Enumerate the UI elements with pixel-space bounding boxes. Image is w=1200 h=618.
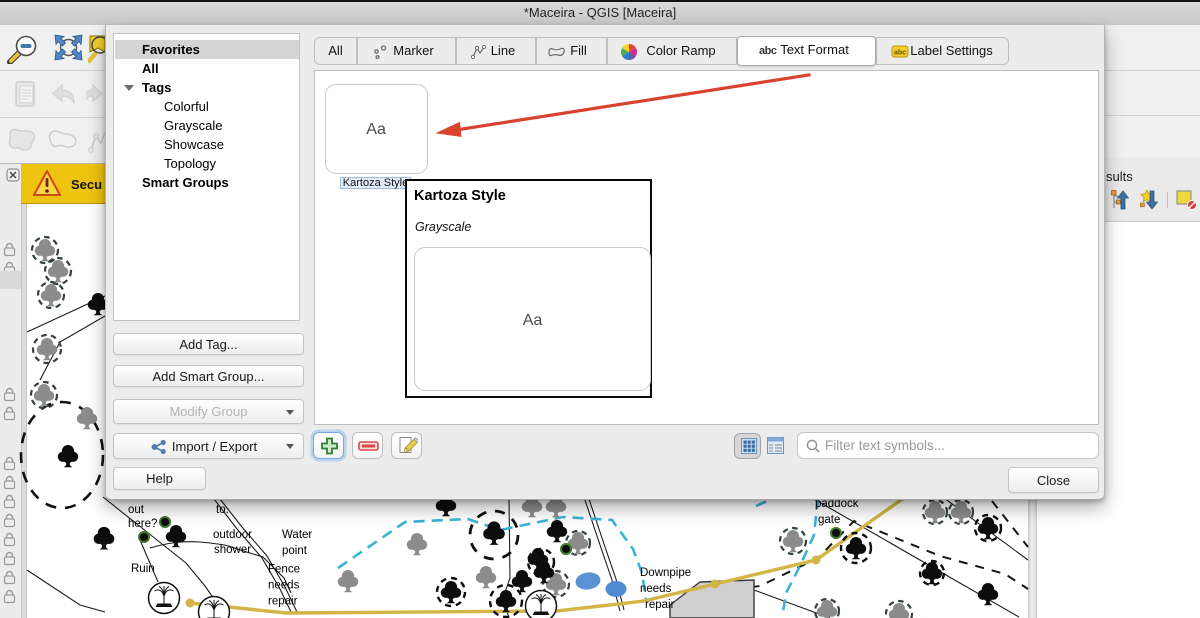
svg-text:Downpipe: Downpipe: [640, 567, 691, 579]
svg-text:repair: repair: [645, 599, 675, 611]
svg-text:gate: gate: [818, 514, 840, 526]
svg-text:point: point: [282, 545, 308, 557]
svg-text:needs: needs: [268, 580, 300, 592]
svg-text:Ruin: Ruin: [131, 563, 155, 575]
svg-text:abc: abc: [894, 50, 906, 57]
svg-text:repair: repair: [268, 596, 298, 608]
svg-text:outdoor: outdoor: [213, 529, 252, 541]
svg-text:Water: Water: [282, 529, 312, 541]
svg-text:needs: needs: [640, 583, 672, 595]
svg-text:Fence: Fence: [268, 564, 300, 576]
svg-text:shower: shower: [214, 544, 251, 556]
svg-text:out: out: [128, 504, 145, 516]
svg-text:here?: here?: [128, 518, 157, 530]
svg-text:to.: to.: [216, 504, 229, 516]
